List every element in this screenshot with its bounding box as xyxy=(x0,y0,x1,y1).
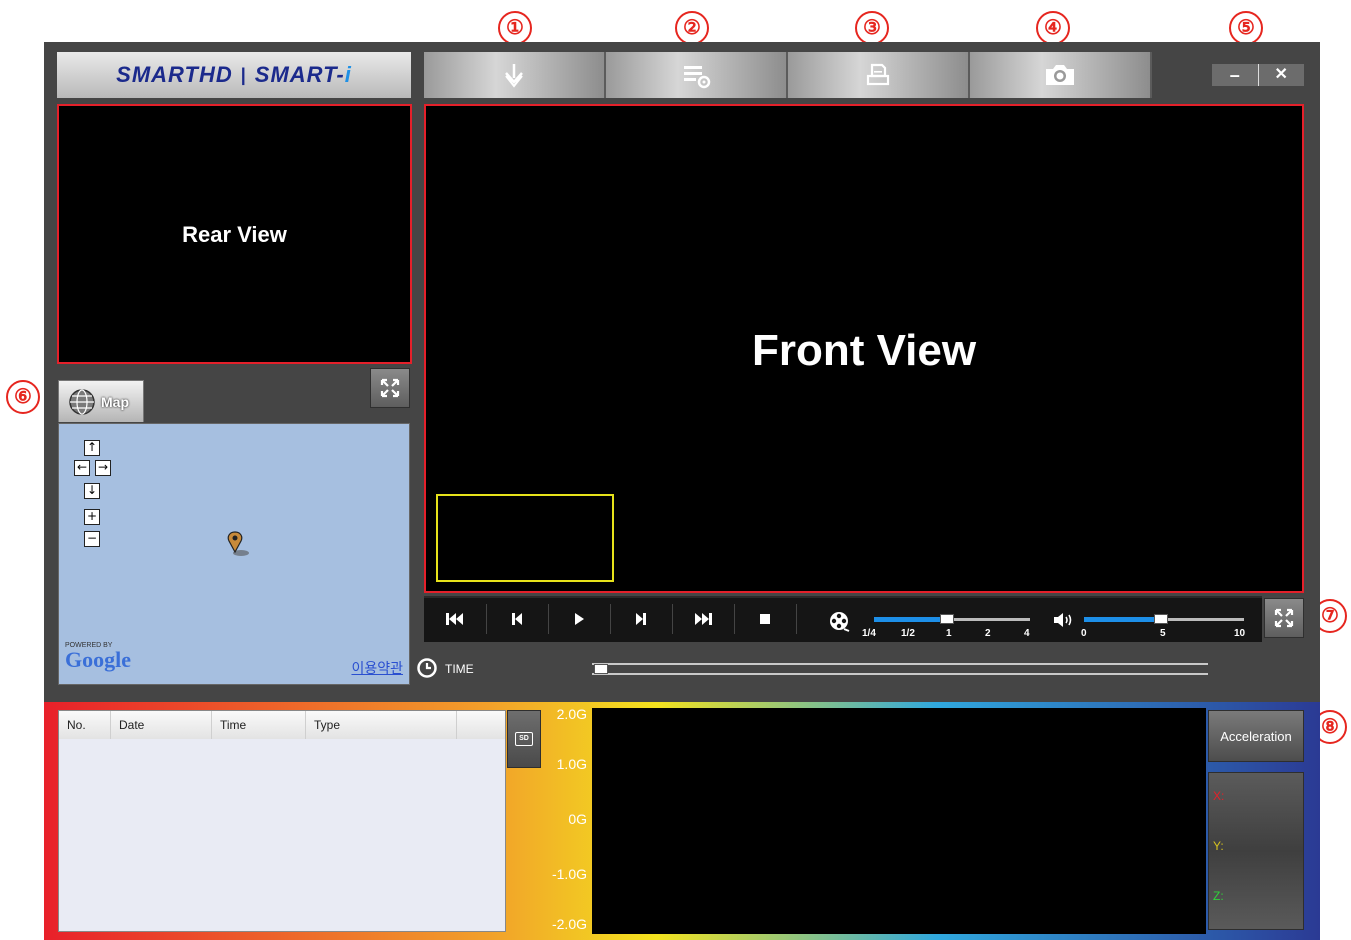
speed-tick: 2 xyxy=(985,628,991,639)
callout-6: ⑥ xyxy=(6,380,40,414)
time-label: TIME xyxy=(445,662,474,676)
acceleration-values-panel: X: Y: Z: xyxy=(1208,772,1304,930)
download-icon xyxy=(505,64,523,88)
column-header-date[interactable]: Date xyxy=(111,711,212,739)
callout-1: ① xyxy=(498,11,532,45)
close-button[interactable]: ✕ xyxy=(1258,64,1304,86)
speed-tick: 1 xyxy=(946,628,952,639)
column-header-time[interactable]: Time xyxy=(212,711,306,739)
front-view-fullscreen-button[interactable] xyxy=(1264,598,1304,638)
logo-smarti: SMART-i xyxy=(254,62,352,87)
time-slider-track[interactable] xyxy=(592,663,1208,675)
time-slider-handle[interactable] xyxy=(594,664,608,674)
callout-5: ⑤ xyxy=(1229,11,1263,45)
speed-slider-fill xyxy=(874,617,944,622)
volume-slider-handle[interactable] xyxy=(1154,614,1168,624)
column-header-no[interactable]: No. xyxy=(59,711,111,739)
google-logo: Google xyxy=(65,647,131,672)
map-zoom-in-button[interactable]: + xyxy=(84,509,100,525)
window-controls: – ✕ xyxy=(1212,64,1304,86)
volume-slider-fill xyxy=(1084,617,1160,622)
skip-to-start-button[interactable] xyxy=(424,604,487,634)
column-header-type[interactable]: Type xyxy=(306,711,457,739)
clock-icon xyxy=(417,658,437,678)
settings-button[interactable] xyxy=(606,52,788,98)
acceleration-graph xyxy=(592,708,1206,934)
event-list-table[interactable]: No. Date Time Type xyxy=(58,710,506,932)
camera-icon xyxy=(1046,65,1074,85)
logo-divider: | xyxy=(240,64,247,85)
fullscreen-icon xyxy=(1274,608,1294,628)
fullscreen-icon xyxy=(380,378,400,398)
graph-y-label: 1.0G xyxy=(556,756,587,772)
stop-button[interactable] xyxy=(734,604,797,634)
acceleration-button[interactable]: Acceleration xyxy=(1208,710,1304,762)
speed-tick: 4 xyxy=(1024,628,1030,639)
previous-frame-button[interactable] xyxy=(486,604,549,634)
map-fullscreen-button[interactable] xyxy=(370,368,410,408)
map-pan-right-button[interactable]: → xyxy=(95,460,111,476)
graph-y-label: 0G xyxy=(568,811,587,827)
map-pan-left-button[interactable]: ← xyxy=(74,460,90,476)
map-area[interactable]: ↑ ← → ↓ + − POWERED BY Google 이용약관 xyxy=(58,423,410,685)
speed-tick: 1/2 xyxy=(901,628,915,639)
next-frame-button[interactable] xyxy=(610,604,673,634)
logo-smarthd: SMARTHD xyxy=(116,62,233,87)
speed-tick: 1/4 xyxy=(862,628,876,639)
accel-x-label: X: xyxy=(1213,789,1225,803)
skip-to-end-icon xyxy=(695,613,712,625)
logo: SMARTHD | SMART-i xyxy=(57,52,411,98)
map-tab[interactable]: Map xyxy=(58,380,144,422)
play-icon xyxy=(575,613,584,625)
map-tab-label: Map xyxy=(101,393,129,410)
front-view-label: Front View xyxy=(751,326,977,375)
next-frame-icon xyxy=(636,613,646,625)
callout-4: ④ xyxy=(1036,11,1070,45)
download-button[interactable] xyxy=(424,52,606,98)
map-zoom-out-button[interactable]: − xyxy=(84,531,100,547)
sd-card-button[interactable]: SD xyxy=(507,710,541,768)
print-icon xyxy=(866,63,890,86)
volume-tick: 10 xyxy=(1234,628,1246,639)
map-pan-up-button[interactable]: ↑ xyxy=(84,440,100,456)
minimize-button[interactable]: – xyxy=(1212,64,1259,86)
skip-to-end-button[interactable] xyxy=(672,604,735,634)
volume-tick: 0 xyxy=(1081,628,1087,639)
stop-icon xyxy=(760,614,770,624)
graph-y-label: -1.0G xyxy=(551,866,587,882)
map-pan-down-button[interactable]: ↓ xyxy=(84,483,100,499)
accel-z-label: Z: xyxy=(1213,889,1224,903)
globe-icon xyxy=(69,388,95,415)
graph-y-label: 2.0G xyxy=(556,706,587,722)
callout-2: ② xyxy=(675,11,709,45)
speed-slider-handle[interactable] xyxy=(940,614,954,624)
film-reel-icon xyxy=(830,612,850,632)
playback-control-bar: 1/4 1/2 1 2 4 0 5 10 xyxy=(424,596,1262,642)
google-attribution: POWERED BY Google xyxy=(65,642,131,671)
print-button[interactable] xyxy=(788,52,970,98)
callout-3: ③ xyxy=(855,11,889,45)
rear-view-panel[interactable]: Rear View xyxy=(57,104,412,364)
graph-y-label: -2.0G xyxy=(551,916,587,932)
front-view-panel[interactable]: Front View xyxy=(424,104,1304,593)
pip-rear-view-frame[interactable] xyxy=(436,494,614,582)
skip-to-start-icon xyxy=(446,613,463,625)
play-button[interactable] xyxy=(548,604,611,634)
settings-list-icon xyxy=(684,66,711,89)
volume-tick: 5 xyxy=(1160,628,1166,639)
sd-card-icon: SD xyxy=(515,732,533,746)
snapshot-button[interactable] xyxy=(970,52,1152,98)
column-header-extra xyxy=(457,711,505,739)
previous-frame-icon xyxy=(512,613,522,625)
accel-y-label: Y: xyxy=(1213,839,1224,853)
map-terms-link[interactable]: 이용약관 xyxy=(351,658,403,678)
rear-view-label: Rear View xyxy=(182,222,287,247)
speaker-icon xyxy=(1054,613,1072,627)
map-marker-icon xyxy=(227,531,249,556)
